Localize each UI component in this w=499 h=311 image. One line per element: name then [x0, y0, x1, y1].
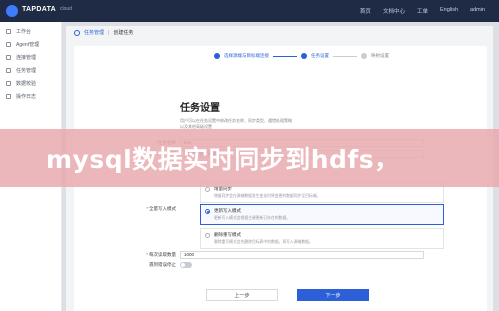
batch-size-row: *每次读取数量 1000	[134, 251, 424, 259]
auto-stop-label: 遇到错误停止	[149, 262, 176, 267]
option-description: 删除重写模式会先删除目标表中的数据，再写入源端数据。	[214, 240, 313, 244]
breadcrumb-separator: |	[108, 29, 110, 36]
breadcrumb-current: 创建任务	[113, 30, 134, 36]
sidebar-item-workbench[interactable]: 工作台	[0, 25, 61, 38]
log-icon	[6, 94, 11, 99]
back-arrow-icon[interactable]	[74, 29, 80, 36]
auto-stop-row: 遇到错误停止	[134, 262, 192, 268]
top-links: 首页 文档中心 工单 English admin	[360, 7, 485, 15]
sidebar-item-label: 工作台	[16, 29, 32, 35]
sidebar-item-connections[interactable]: 连接管理	[0, 51, 61, 64]
previous-button[interactable]: 上一步	[206, 289, 278, 301]
page-title: 任务设置	[180, 103, 220, 114]
step-1-dot	[214, 53, 220, 59]
option-description: 更新写入模式会根据主键更新已存在的数据。	[214, 216, 290, 220]
step-connector	[333, 55, 357, 57]
breadcrumb-parent[interactable]: 任务管理	[84, 29, 104, 36]
next-button[interactable]: 下一步	[297, 289, 369, 301]
step-2-dot	[301, 53, 307, 59]
auto-stop-toggle[interactable]	[180, 262, 192, 268]
required-mark: *	[146, 206, 148, 211]
top-link-home[interactable]: 首页	[360, 7, 371, 15]
write-mode-row: *全量写入模式	[134, 206, 180, 212]
sidebar-item-validation[interactable]: 数据校验	[0, 77, 61, 90]
write-mode-label: 全量写入模式	[149, 206, 176, 211]
breadcrumb: 任务管理 | 创建任务	[74, 29, 133, 36]
link-icon	[6, 55, 11, 60]
agent-icon	[6, 42, 11, 47]
batch-size-input[interactable]: 1000	[180, 251, 424, 259]
sidebar-item-agent[interactable]: Agent管理	[0, 38, 61, 51]
sidebar-item-label: 操作日志	[16, 94, 37, 100]
step-indicator: 选择源端与目标端连接 任务设置 映射设置	[214, 53, 389, 59]
option-title: 更新写入模式	[214, 208, 241, 213]
top-link-docs[interactable]: 文档中心	[383, 7, 405, 15]
step-1-label: 选择源端与目标端连接	[224, 53, 269, 58]
step-2-label: 任务设置	[311, 53, 329, 58]
brand-name: TAPDATA	[22, 6, 56, 13]
step-3-label: 映射设置	[371, 53, 389, 58]
option-card-update-write[interactable]: 更新写入模式 更新写入模式会根据主键更新已存在的数据。	[200, 204, 444, 225]
check-icon	[6, 81, 11, 86]
home-icon	[6, 29, 11, 34]
radio-incremental[interactable]	[205, 187, 210, 192]
option-card-delete-rewrite[interactable]: 删除重写模式 删除重写模式会先删除目标表中的数据，再写入源端数据。	[200, 228, 444, 249]
required-mark: *	[146, 252, 148, 257]
batch-size-label: 每次读取数量	[149, 252, 176, 257]
top-bar: TAPDATA cloud 首页 文档中心 工单 English admin	[0, 0, 499, 22]
sidebar-item-label: 连接管理	[16, 55, 37, 61]
step-connector	[273, 55, 297, 57]
sidebar-item-tasks[interactable]: 任务管理	[0, 64, 61, 77]
sidebar-item-label: 任务管理	[16, 68, 37, 74]
radio-update-write[interactable]	[205, 209, 210, 214]
sidebar-item-label: 数据校验	[16, 81, 37, 87]
sidebar-item-logs[interactable]: 操作日志	[0, 90, 61, 103]
step-3-dot	[361, 53, 367, 59]
task-icon	[6, 68, 11, 73]
logo-icon	[6, 5, 18, 17]
brand-sub: cloud	[60, 6, 72, 12]
radio-delete-rewrite[interactable]	[205, 233, 210, 238]
banner-title: mysql数据实时同步到hdfs，	[46, 145, 400, 174]
top-link-language[interactable]: English	[440, 7, 458, 15]
option-description: 增量同步会在源端数据发生变化时将变更的数据同步至目标端。	[214, 194, 321, 198]
option-title: 删除重写模式	[214, 232, 241, 237]
top-link-user[interactable]: admin	[470, 7, 485, 15]
top-link-tickets[interactable]: 工单	[417, 7, 428, 15]
sidebar-item-label: Agent管理	[16, 42, 40, 48]
